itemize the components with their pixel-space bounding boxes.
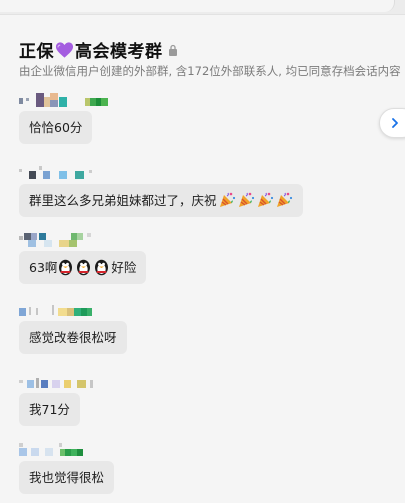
penguin-emoji-icon: [59, 259, 73, 276]
party-popper-icon: [219, 192, 235, 207]
party-popper-icon: [257, 192, 273, 207]
message-text: 我也觉得很松: [29, 470, 105, 485]
message-list[interactable]: 恰恰60分 群里这么多兄弟姐妹都过了，庆祝 63啊 好险 感觉改卷很松呀 我71…: [0, 93, 405, 503]
sender-name-redacted: [19, 303, 119, 317]
penguin-emoji-icon: [95, 259, 109, 276]
message-text: 我71分: [29, 402, 70, 417]
message-bubble[interactable]: 我71分: [19, 393, 80, 426]
sender-name-redacted: [19, 166, 119, 180]
message-bubble[interactable]: 63啊 好险: [19, 251, 147, 284]
message-bubble[interactable]: 群里这么多兄弟姐妹都过了，庆祝: [19, 184, 303, 217]
party-popper-icon: [276, 192, 292, 207]
sender-name-redacted: [19, 93, 119, 107]
window-top-strip: [0, 0, 405, 15]
lock-icon: [168, 44, 177, 56]
message-text: 恰恰60分: [29, 120, 83, 135]
chat-header: 正保 高会模考群 由企业微信用户创建的外部群, 含172位外部联系人, 均已同意…: [0, 15, 405, 93]
group-subtitle: 由企业微信用户创建的外部群, 含172位外部联系人, 均已同意存档会话内容: [19, 64, 401, 78]
message-item: 我也觉得很松: [19, 443, 119, 494]
tab-edge: [0, 0, 395, 12]
sender-name-redacted: [19, 375, 119, 389]
collapse-panel-button[interactable]: [379, 108, 405, 138]
group-title-part2: 高会模考群: [75, 42, 163, 62]
message-item: 恰恰60分: [19, 93, 119, 144]
message-item: 我71分: [19, 375, 119, 426]
message-text-after: 好险: [111, 260, 137, 275]
message-text-before: 63啊: [29, 260, 58, 275]
message-item: 63啊 好险: [19, 233, 147, 284]
message-text: 感觉改卷很松呀: [29, 330, 117, 345]
sender-name-redacted: [19, 443, 119, 457]
chevron-right-icon: [392, 118, 398, 128]
message-bubble[interactable]: 恰恰60分: [19, 111, 93, 144]
group-title: 正保 高会模考群: [19, 37, 178, 62]
message-item: 群里这么多兄弟姐妹都过了，庆祝: [19, 166, 303, 217]
message-bubble[interactable]: 感觉改卷很松呀: [19, 321, 127, 354]
message-text: 群里这么多兄弟姐妹都过了，庆祝: [29, 193, 217, 208]
party-popper-icon: [238, 192, 254, 207]
message-bubble[interactable]: 我也觉得很松: [19, 461, 115, 494]
sender-name-redacted: [19, 233, 119, 247]
group-title-part1: 正保: [19, 42, 54, 62]
message-item: 感觉改卷很松呀: [19, 303, 127, 354]
penguin-emoji-icon: [77, 259, 91, 276]
purple-heart-icon: [55, 41, 74, 58]
